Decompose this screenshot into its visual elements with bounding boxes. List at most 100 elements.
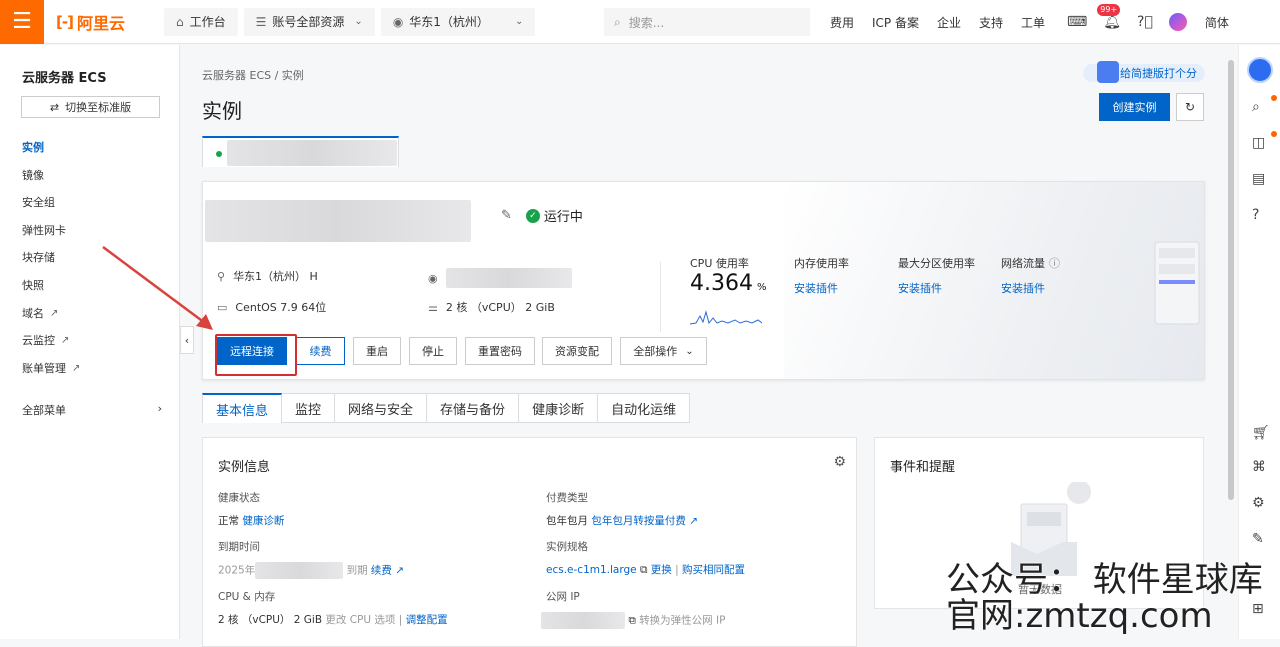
tab-basic-info[interactable]: 基本信息: [202, 393, 283, 423]
chevron-down-icon: ⌄: [685, 345, 694, 357]
cpu-options-link[interactable]: 更改 CPU 选项: [325, 614, 395, 626]
redacted-instance-id: [205, 200, 471, 242]
copy-icon[interactable]: ⧉: [640, 564, 648, 576]
pay-type-value: 包年包月: [546, 515, 588, 527]
spec-info: ⚌ 2 核 （vCPU） 2 GiB: [428, 299, 555, 315]
assistant-robot-icon[interactable]: [1247, 57, 1273, 83]
cpu-metric-label: CPU 使用率: [690, 257, 749, 270]
buy-same-link[interactable]: 购买相同配置: [682, 564, 745, 576]
settings-icon[interactable]: ⚙: [1252, 495, 1265, 511]
sidebar: 云服务器 ECS ⇄ 切换至标准版 实例 镜像 安全组 弹性网卡 块存储 快照 域…: [0, 45, 180, 639]
rate-label: 给简捷版打个分: [1120, 67, 1197, 80]
sidebar-item-security-groups[interactable]: 安全组: [22, 194, 55, 210]
renew-button[interactable]: 续费: [296, 337, 345, 365]
convert-payment-link[interactable]: 包年包月转按量付费: [591, 515, 686, 527]
edit-icon[interactable]: ✎: [501, 208, 512, 223]
swap-icon: ⇄: [49, 100, 60, 114]
sidebar-item-cloudmonitor[interactable]: 云监控 ↗: [22, 332, 69, 348]
help-icon[interactable]: ?⃝: [1137, 14, 1153, 30]
sidebar-item-snapshots[interactable]: 快照: [22, 277, 44, 293]
redacted-ip: [445, 268, 572, 288]
switch-standard-button[interactable]: ⇄ 切换至标准版: [21, 96, 160, 118]
watermark: 公众号： 软件星球库 官网:zmtzq.com: [946, 560, 1263, 636]
sidebar-item-billing[interactable]: 账单管理 ↗: [22, 360, 80, 376]
convert-eip-link[interactable]: 转换为弹性公网 IP: [639, 615, 725, 627]
nav-link-ticket[interactable]: 工单: [1021, 14, 1045, 31]
adjust-config-link[interactable]: 调整配置: [406, 614, 448, 626]
book-icon[interactable]: ◫: [1252, 135, 1265, 151]
bell-icon[interactable]: 🔔︎ 99+: [1097, 4, 1121, 30]
region-label: 华东1（杭州）: [409, 15, 489, 29]
code-icon[interactable]: ⌘: [1252, 459, 1266, 475]
aliyun-logo[interactable]: [-] 阿里云: [56, 10, 146, 34]
search-input[interactable]: ⌕ 搜索...: [604, 8, 810, 36]
install-plugin-link[interactable]: 安装插件: [898, 280, 975, 296]
tab-storage-backup[interactable]: 存储与备份: [427, 393, 520, 423]
help-icon[interactable]: ?: [1252, 207, 1259, 223]
hamburger-menu-icon[interactable]: ☰: [0, 0, 44, 44]
sidebar-all-menus[interactable]: 全部菜单 ›: [22, 402, 162, 418]
tab-network-security[interactable]: 网络与安全: [335, 393, 428, 423]
nav-link-support[interactable]: 支持: [979, 14, 1003, 31]
change-spec-link[interactable]: 更换: [651, 564, 672, 576]
target-icon: ◉: [428, 271, 438, 285]
sidebar-item-eni[interactable]: 弹性网卡: [22, 222, 66, 238]
nav-link-enterprise[interactable]: 企业: [937, 14, 961, 31]
search-icon: ⌕: [614, 14, 621, 29]
reset-password-button[interactable]: 重置密码: [465, 337, 535, 365]
spec-link[interactable]: ecs.e-c1m1.large: [546, 564, 637, 576]
workbench-button[interactable]: ⌂ 工作台: [164, 7, 238, 36]
renew-link[interactable]: 续费: [371, 565, 392, 577]
stop-button[interactable]: 停止: [409, 337, 457, 365]
spec-label: 实例规格: [546, 541, 588, 553]
region-value: 华东1（杭州） H: [233, 270, 318, 283]
memory-metric: 内存使用率 安装插件: [794, 255, 849, 296]
search-placeholder: 搜索...: [628, 15, 665, 30]
install-plugin-link[interactable]: 安装插件: [1001, 280, 1060, 296]
disk-metric: 最大分区使用率 安装插件: [898, 255, 975, 296]
language-switch[interactable]: 简体: [1205, 14, 1229, 31]
chevron-down-icon: ⌄: [354, 16, 363, 27]
gear-icon[interactable]: ⚙: [833, 454, 846, 470]
document-icon[interactable]: ▤: [1252, 171, 1265, 187]
search-icon[interactable]: ⌕: [1252, 99, 1260, 115]
cpu-mem-field: CPU & 内存 2 核 （vCPU） 2 GiB 更改 CPU 选项 | 调整配…: [218, 591, 448, 626]
nav-link-fees[interactable]: 费用: [830, 14, 854, 31]
scrollbar[interactable]: [1228, 60, 1234, 500]
external-link-icon: ↗: [689, 515, 698, 527]
create-instance-button[interactable]: 创建实例: [1099, 93, 1170, 121]
restart-button[interactable]: 重启: [353, 337, 401, 365]
resize-button[interactable]: 资源变配: [542, 337, 612, 365]
sidebar-title: 云服务器 ECS: [22, 71, 107, 86]
os-value: CentOS 7.9 64位: [235, 301, 327, 314]
tab-automation[interactable]: 自动化运维: [598, 393, 691, 423]
expire-year: 2025年: [218, 564, 256, 577]
install-plugin-link[interactable]: 安装插件: [794, 280, 849, 296]
sidebar-item-domains[interactable]: 域名 ↗: [22, 305, 58, 321]
all-actions-dropdown[interactable]: 全部操作 ⌄: [620, 337, 707, 365]
region-info: ⚲ 华东1（杭州） H: [217, 268, 318, 284]
resources-dropdown[interactable]: ☰ 账号全部资源 ⌄: [243, 7, 375, 36]
memory-label: 内存使用率: [794, 257, 849, 270]
os-icon: ▭: [217, 300, 228, 314]
breadcrumb[interactable]: 云服务器 ECS / 实例: [202, 67, 304, 83]
sidebar-item-instances[interactable]: 实例: [22, 139, 44, 155]
avatar[interactable]: [1168, 13, 1187, 31]
terminal-icon[interactable]: ⌨: [1067, 14, 1087, 30]
copy-icon[interactable]: ⧉: [628, 615, 636, 627]
health-diagnosis-link[interactable]: 健康诊断: [242, 515, 284, 527]
external-link-icon: ↗: [61, 334, 70, 346]
instance-tab[interactable]: [202, 136, 399, 167]
cart-icon[interactable]: 🛒︎: [1252, 425, 1270, 441]
refresh-button[interactable]: ↻: [1176, 93, 1204, 121]
help-icon[interactable]: ⓘ: [1049, 257, 1060, 270]
nav-link-icp[interactable]: ICP 备案: [872, 14, 919, 31]
sidebar-item-block-storage[interactable]: 块存储: [22, 249, 55, 265]
tab-monitor[interactable]: 监控: [282, 393, 336, 423]
edit-icon[interactable]: ✎: [1252, 531, 1264, 547]
rate-feedback-button[interactable]: 给简捷版打个分: [1083, 61, 1205, 83]
region-dropdown[interactable]: ◉ 华东1（杭州） ⌄: [380, 7, 536, 36]
tab-health-diagnosis[interactable]: 健康诊断: [519, 393, 599, 423]
workbench-label: 工作台: [189, 15, 226, 29]
sidebar-item-images[interactable]: 镜像: [22, 167, 44, 183]
